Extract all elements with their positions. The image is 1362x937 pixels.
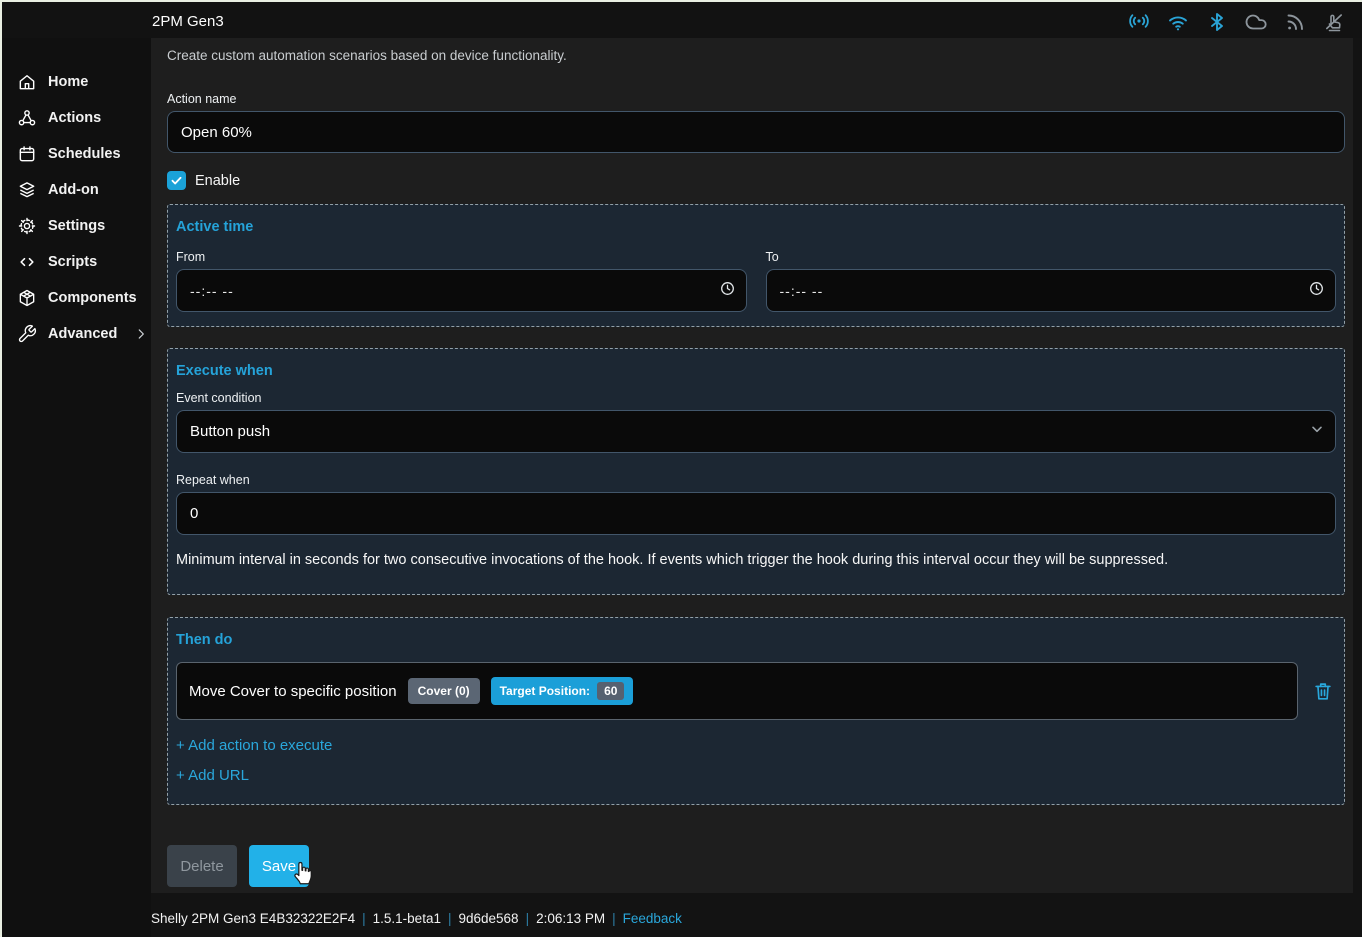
sidebar-item-label: Actions xyxy=(48,110,101,126)
repeat-when-label: Repeat when xyxy=(176,473,1336,487)
sidebar-item-label: Scripts xyxy=(48,254,97,270)
scripts-icon xyxy=(17,252,37,272)
sidebar-item-settings[interactable]: Settings xyxy=(0,208,151,244)
repeat-help-text: Minimum interval in seconds for two cons… xyxy=(176,552,1336,568)
action-row-wrap: Move Cover to specific position Cover (0… xyxy=(176,662,1336,720)
to-time-col: To --:-- -- xyxy=(766,250,1337,312)
sidebar-item-label: Advanced xyxy=(48,326,117,342)
then-do-title: Then do xyxy=(176,632,1336,648)
access-point-icon[interactable] xyxy=(1127,10,1151,34)
clock-icon[interactable] xyxy=(719,280,736,302)
target-position-label: Target Position: xyxy=(500,684,590,698)
sidebar-item-components[interactable]: Components xyxy=(0,280,151,316)
touch-disabled-icon[interactable] xyxy=(1322,10,1346,34)
from-time-col: From --:-- -- xyxy=(176,250,747,312)
event-condition-select[interactable]: Button push xyxy=(176,410,1336,453)
cloud-icon[interactable] xyxy=(1244,10,1268,34)
addon-icon xyxy=(17,180,37,200)
footer-separator: | xyxy=(612,911,616,926)
footer-build: 9d6de568 xyxy=(458,911,518,926)
main-panel: Create custom automation scenarios based… xyxy=(151,38,1353,893)
delete-button[interactable]: Delete xyxy=(167,845,237,887)
sidebar-item-label: Components xyxy=(48,290,137,306)
sidebar-item-label: Schedules xyxy=(48,146,121,162)
page-subtitle: Create custom automation scenarios based… xyxy=(167,48,1345,63)
sidebar-item-scripts[interactable]: Scripts xyxy=(0,244,151,280)
cover-badge: Cover (0) xyxy=(408,678,480,704)
schedules-icon xyxy=(17,144,37,164)
advanced-icon xyxy=(17,324,37,344)
active-time-section: Active time From --:-- -- To --:-- -- xyxy=(167,204,1345,327)
target-position-value: 60 xyxy=(597,682,624,700)
footer-separator: | xyxy=(362,911,366,926)
chevron-right-icon xyxy=(134,327,148,341)
home-icon xyxy=(17,72,37,92)
save-button[interactable]: Save xyxy=(249,845,309,887)
clock-icon[interactable] xyxy=(1308,280,1325,302)
execute-when-section: Execute when Event condition Button push… xyxy=(167,348,1345,595)
sidebar-item-home[interactable]: Home xyxy=(0,64,151,100)
wifi-icon[interactable] xyxy=(1166,10,1190,34)
sidebar-item-schedules[interactable]: Schedules xyxy=(0,136,151,172)
footer-separator: | xyxy=(448,911,452,926)
to-time-placeholder: --:-- -- xyxy=(780,283,824,299)
execute-when-title: Execute when xyxy=(176,363,1336,379)
sidebar-item-label: Settings xyxy=(48,218,105,234)
enable-label: Enable xyxy=(195,173,240,189)
feedback-link[interactable]: Feedback xyxy=(623,911,682,926)
action-name-label: Action name xyxy=(167,92,1345,106)
sidebar-item-label: Add-on xyxy=(48,182,99,198)
enable-checkbox-row[interactable]: Enable xyxy=(167,171,287,190)
window-edge-left xyxy=(0,0,2,937)
from-label: From xyxy=(176,250,747,264)
device-title: 2PM Gen3 xyxy=(152,13,224,30)
add-action-link[interactable]: + Add action to execute xyxy=(176,737,332,754)
sidebar-item-actions[interactable]: Actions xyxy=(0,100,151,136)
sidebar-item-addon[interactable]: Add-on xyxy=(0,172,151,208)
target-position-badge: Target Position: 60 xyxy=(491,677,634,705)
active-time-row: From --:-- -- To --:-- -- xyxy=(176,250,1336,312)
sidebar-nav: Home Actions Schedules xyxy=(0,64,151,352)
settings-icon xyxy=(17,216,37,236)
then-do-action-row[interactable]: Move Cover to specific position Cover (0… xyxy=(176,662,1298,720)
sidebar-item-label: Home xyxy=(48,74,88,90)
event-condition-label: Event condition xyxy=(176,391,1336,405)
button-row: Delete Save xyxy=(167,845,1345,887)
from-time-input[interactable]: --:-- -- xyxy=(176,269,747,312)
status-icon-bar xyxy=(1127,10,1346,34)
mqtt-rss-icon[interactable] xyxy=(1283,10,1307,34)
footer-version: 1.5.1-beta1 xyxy=(373,911,441,926)
from-time-placeholder: --:-- -- xyxy=(190,283,234,299)
to-label: To xyxy=(766,250,1337,264)
event-condition-value: Button push xyxy=(190,423,270,440)
action-name-input[interactable] xyxy=(167,111,1345,153)
footer-device-id: Shelly 2PM Gen3 E4B32322E2F4 xyxy=(151,911,355,926)
actions-icon xyxy=(17,108,37,128)
footer: Shelly 2PM Gen3 E4B32322E2F4 | 1.5.1-bet… xyxy=(151,911,682,926)
sidebar: Home Actions Schedules xyxy=(0,38,151,937)
action-type-label: Move Cover to specific position xyxy=(189,683,397,700)
enable-checkbox[interactable] xyxy=(167,171,186,190)
components-icon xyxy=(17,288,37,308)
add-url-link[interactable]: + Add URL xyxy=(176,767,249,784)
chevron-down-icon xyxy=(1309,421,1325,442)
then-do-section: Then do Move Cover to specific position … xyxy=(167,617,1345,805)
footer-separator: | xyxy=(526,911,530,926)
repeat-when-input[interactable] xyxy=(176,492,1336,535)
app-header: 2PM Gen3 xyxy=(0,2,1362,38)
window-edge-top xyxy=(0,0,1362,2)
delete-action-button[interactable] xyxy=(1310,678,1336,704)
footer-time: 2:06:13 PM xyxy=(536,911,605,926)
bluetooth-icon[interactable] xyxy=(1205,10,1229,34)
active-time-title: Active time xyxy=(176,219,1336,235)
to-time-input[interactable]: --:-- -- xyxy=(766,269,1337,312)
sidebar-item-advanced[interactable]: Advanced xyxy=(0,316,151,352)
